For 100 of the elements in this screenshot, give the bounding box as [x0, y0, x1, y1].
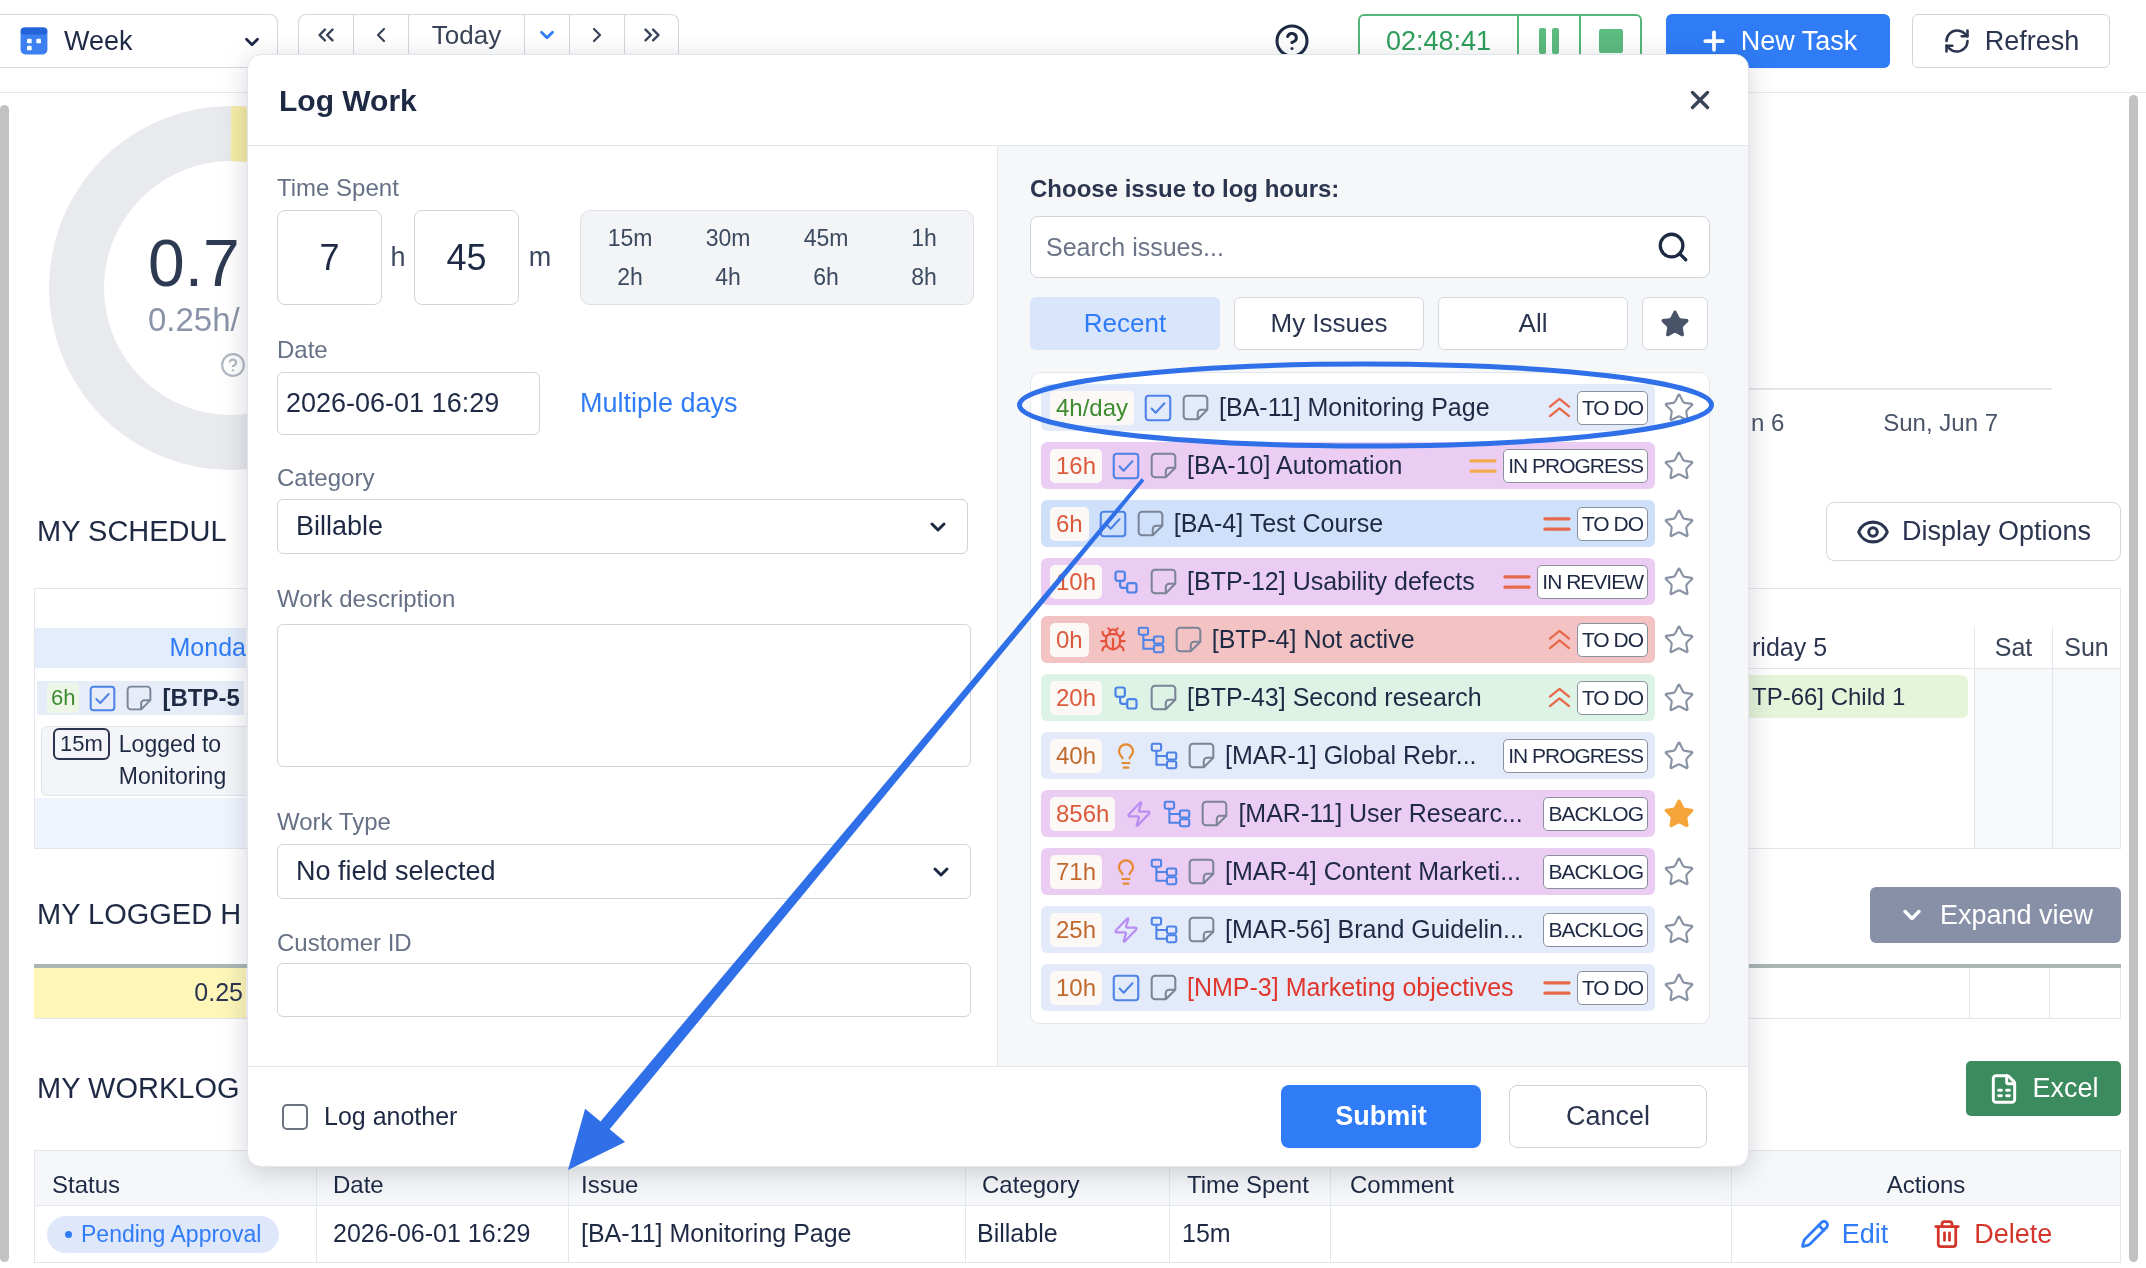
- preset-option[interactable]: 8h: [908, 262, 940, 293]
- pencil-icon: [1799, 1219, 1830, 1249]
- column-header: Time Spent: [1187, 1172, 1309, 1198]
- category-select[interactable]: Billable: [277, 499, 968, 554]
- issue-row[interactable]: 71h [MAR-4] Content Marketi... BACKLOG: [1041, 848, 1655, 895]
- issue-row[interactable]: 16h [BA-10] Automation IN PROGRESS: [1041, 442, 1655, 489]
- starred-filter-button[interactable]: [1642, 297, 1708, 350]
- preset-option[interactable]: 6h: [810, 262, 842, 293]
- preset-option[interactable]: 2h: [614, 262, 646, 293]
- tab[interactable]: All: [1438, 297, 1628, 350]
- axis-label: n 6: [1750, 408, 1785, 438]
- field-label: Customer ID: [277, 928, 413, 958]
- column-header: Category: [982, 1172, 1080, 1198]
- submit-button[interactable]: Submit: [1281, 1085, 1481, 1148]
- note-icon: [1150, 452, 1178, 479]
- star-icon[interactable]: [1663, 623, 1695, 656]
- issue-title: [MAR-56] Brand Guidelin...: [1225, 913, 1524, 945]
- note-icon: [1188, 916, 1216, 943]
- star-icon[interactable]: [1663, 565, 1695, 598]
- preset-option[interactable]: 15m: [604, 222, 656, 253]
- status-badge: BACKLOG: [1543, 854, 1648, 889]
- display-options-button[interactable]: Display Options: [1826, 502, 2121, 561]
- work-description-field[interactable]: [277, 624, 971, 767]
- refresh-icon: [1942, 27, 1971, 55]
- edit-link[interactable]: Edit: [1799, 1213, 1889, 1255]
- table-cell-text: 2026-06-01 16:29: [333, 1218, 531, 1250]
- hours-badge: 25h: [1050, 912, 1103, 947]
- customer-id-field[interactable]: [277, 963, 971, 1017]
- star-icon[interactable]: [1663, 391, 1695, 424]
- hours-badge: 4h/day: [1050, 390, 1135, 425]
- status-badge: BACKLOG: [1543, 796, 1648, 831]
- star-icon[interactable]: [1663, 681, 1695, 714]
- status-badge: IN REVIEW: [1537, 564, 1648, 599]
- hours-badge: 856h: [1050, 796, 1116, 831]
- hours-input[interactable]: 7: [277, 210, 382, 305]
- issue-title: [MAR-11] User Researc...: [1238, 797, 1523, 829]
- field-label: Date: [277, 335, 329, 365]
- star-icon: [1660, 308, 1690, 339]
- preset-option[interactable]: 30m: [702, 222, 754, 253]
- delete-link[interactable]: Delete: [1932, 1213, 2053, 1255]
- note-icon: [1136, 510, 1164, 537]
- issue-title: [BA-10] Automation: [1187, 449, 1403, 481]
- note-icon: [126, 685, 153, 711]
- note-icon: [1182, 394, 1210, 421]
- pause-icon: [1539, 28, 1559, 54]
- issue-row[interactable]: 25h [MAR-56] Brand Guidelin... BACKLOG: [1041, 906, 1655, 953]
- unit-label: m: [527, 241, 553, 275]
- work-type-select[interactable]: No field selected: [277, 844, 971, 899]
- issue-picker-label: Choose issue to log hours:: [1030, 174, 1341, 204]
- tab[interactable]: My Issues: [1234, 297, 1424, 350]
- excel-export-button[interactable]: Excel: [1966, 1061, 2121, 1116]
- issue-row[interactable]: 10h [NMP-3] Marketing objectives TO DO: [1041, 964, 1655, 1011]
- cancel-button[interactable]: Cancel: [1509, 1085, 1707, 1148]
- star-icon[interactable]: [1663, 797, 1695, 830]
- multiple-days-link[interactable]: Multiple days: [580, 383, 738, 424]
- field-label: Category: [277, 463, 376, 493]
- preset-option[interactable]: 4h: [712, 262, 744, 293]
- day-header: Monda: [35, 628, 246, 668]
- status-badge: TO DO: [1576, 506, 1648, 541]
- issue-row[interactable]: 6h [BA-4] Test Course TO DO: [1041, 500, 1655, 547]
- star-icon[interactable]: [1663, 449, 1695, 482]
- date-field[interactable]: 2026-06-01 16:29: [277, 372, 540, 435]
- issue-row[interactable]: 0h [BTP-4] Not active TO DO: [1041, 616, 1655, 663]
- star-icon[interactable]: [1663, 855, 1695, 888]
- calendar-icon: [20, 27, 48, 55]
- empty-table-cell: [2049, 968, 2121, 1018]
- issue-row[interactable]: 4h/day [BA-11] Monitoring Page TO DO: [1041, 384, 1655, 431]
- preset-option[interactable]: 1h: [908, 222, 940, 253]
- issue-row[interactable]: 40h [MAR-1] Global Rebr... IN PROGRESS: [1041, 732, 1655, 779]
- note-icon: [1188, 858, 1216, 885]
- note-icon: [1150, 684, 1178, 711]
- issue-row[interactable]: 856h [MAR-11] User Researc... BACKLOG: [1041, 790, 1655, 837]
- summary-value: 0.7: [148, 226, 240, 300]
- issue-row[interactable]: 20h [BTP-43] Second research TO DO: [1041, 674, 1655, 721]
- checkbox[interactable]: [282, 1103, 308, 1130]
- search-field[interactable]: Search issues...: [1030, 216, 1710, 278]
- refresh-button[interactable]: Refresh: [1912, 14, 2110, 68]
- field-label: Time Spent: [277, 173, 400, 203]
- star-icon[interactable]: [1663, 739, 1695, 772]
- new-task-button[interactable]: New Task: [1666, 14, 1890, 68]
- status-badge: TO DO: [1576, 970, 1648, 1005]
- minutes-input[interactable]: 45: [414, 210, 519, 305]
- issue-title: [BTP-12] Usability defects: [1187, 565, 1475, 597]
- star-icon[interactable]: [1663, 507, 1695, 540]
- dialog-title: Log Work: [279, 82, 417, 119]
- star-icon[interactable]: [1663, 971, 1695, 1004]
- hours-badge: 6h: [47, 683, 80, 713]
- trash-icon: [1932, 1219, 1963, 1249]
- logged-hours-total: 0.25: [34, 968, 246, 1018]
- status-badge: TO DO: [1576, 622, 1648, 657]
- section-heading: MY WORKLOG: [37, 1070, 240, 1106]
- table-cell-text: 15m: [1182, 1218, 1231, 1250]
- star-icon[interactable]: [1663, 913, 1695, 946]
- status-badge: IN PROGRESS: [1503, 738, 1648, 773]
- issue-title: [MAR-4] Content Marketi...: [1225, 855, 1521, 887]
- hours-badge: 6h: [1050, 506, 1089, 541]
- preset-option[interactable]: 45m: [800, 222, 852, 253]
- field-label: Work Type: [277, 807, 392, 837]
- checkbox-label: Log another: [324, 1100, 458, 1132]
- unit-label: h: [389, 241, 407, 275]
